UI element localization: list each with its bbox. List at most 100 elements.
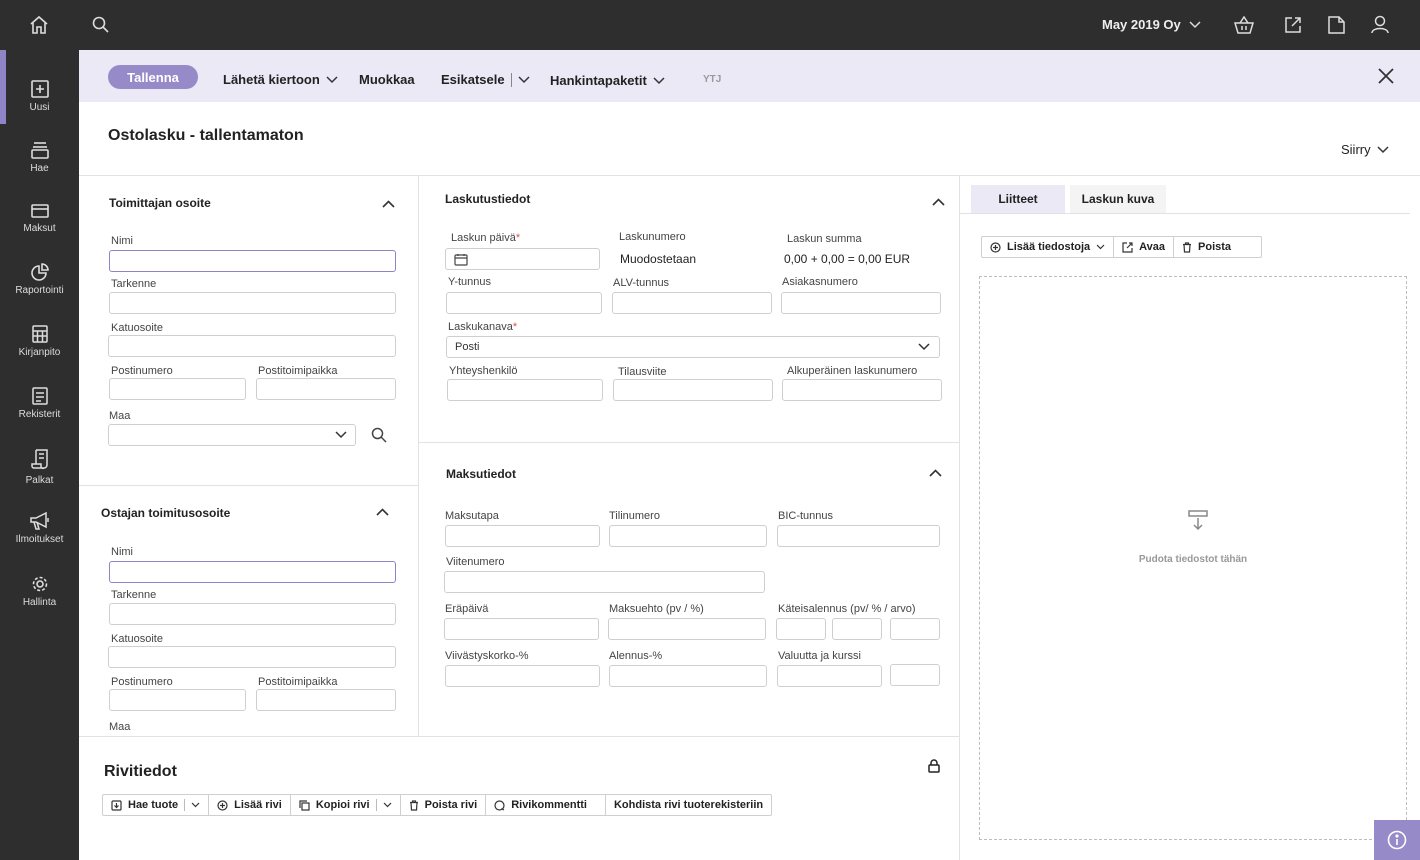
document-icon[interactable] — [1328, 16, 1345, 34]
chevron-up-icon[interactable] — [376, 508, 389, 516]
open-label: Avaa — [1139, 241, 1166, 253]
open-file-button[interactable]: Avaa — [1114, 237, 1175, 257]
tab-attachments[interactable]: Liitteet — [971, 185, 1065, 213]
field-label: Maksutapa — [445, 510, 499, 522]
vat-id-input[interactable] — [612, 292, 772, 314]
fetch-product-button[interactable]: Hae tuote — [103, 795, 210, 815]
close-icon[interactable] — [1378, 68, 1394, 84]
field-label: Y-tunnus — [448, 276, 492, 288]
cash-discount-percent-input[interactable] — [832, 618, 882, 640]
delete-row-button[interactable]: Poista rivi — [401, 795, 487, 815]
nav-item-hae[interactable]: Hae — [0, 141, 79, 197]
preview-button[interactable]: Esikatsele — [441, 72, 530, 87]
nav-item-rekisterit[interactable]: Rekisterit — [0, 387, 79, 443]
business-id-input[interactable] — [446, 292, 602, 314]
basket-icon[interactable] — [1234, 16, 1254, 34]
nav-item-uusi[interactable]: Uusi — [0, 80, 79, 136]
field-label: Katuosoite — [111, 322, 163, 334]
send-to-circulation-button[interactable]: Lähetä kiertoon — [223, 72, 338, 87]
buyer-city-input[interactable] — [256, 689, 396, 711]
supplier-spec-input[interactable] — [109, 292, 396, 314]
goto-dropdown[interactable]: Siirry — [1341, 142, 1389, 157]
import-icon — [111, 799, 122, 811]
discount-percent-input[interactable] — [609, 665, 767, 687]
info-button[interactable] — [1374, 820, 1420, 860]
chevron-down-icon[interactable] — [518, 75, 530, 84]
buyer-street-input[interactable] — [108, 646, 396, 668]
save-button[interactable]: Tallenna — [108, 65, 198, 89]
edit-button[interactable]: Muokkaa — [359, 72, 415, 87]
supplier-city-input[interactable] — [256, 378, 396, 400]
divider — [79, 175, 1420, 176]
order-reference-input[interactable] — [613, 379, 773, 401]
supplier-street-input[interactable] — [108, 335, 396, 357]
field-label: Viitenumero — [446, 556, 505, 568]
fetch-label: Hae tuote — [128, 799, 179, 811]
chevron-up-icon[interactable] — [929, 469, 942, 477]
supplier-country-select[interactable] — [108, 424, 356, 446]
customer-number-input[interactable] — [781, 292, 941, 314]
field-label: Viivästyskorko-% — [445, 650, 529, 662]
row-comment-button[interactable]: Rivikommentti — [486, 795, 606, 815]
invoice-number-value: Muodostetaan — [620, 252, 697, 266]
reference-number-input[interactable] — [444, 571, 765, 593]
nav-label: Ilmoitukset — [15, 534, 64, 545]
supplier-postcode-input[interactable] — [109, 378, 246, 400]
currency-input[interactable] — [777, 665, 882, 687]
procurement-packages-button[interactable]: Hankintapaketit — [550, 73, 665, 88]
field-label: Postinumero — [111, 676, 173, 688]
original-invoice-number-input[interactable] — [782, 379, 942, 401]
packages-label: Hankintapaketit — [550, 73, 647, 88]
delete-file-button[interactable]: Poista — [1174, 237, 1261, 257]
nav-item-maksut[interactable]: Maksut — [0, 203, 79, 259]
chevron-up-icon[interactable] — [932, 198, 945, 206]
calculator-icon — [31, 325, 48, 343]
buyer-postcode-input[interactable] — [109, 689, 246, 711]
copy-row-button[interactable]: Kopioi rivi — [291, 795, 401, 815]
nav-item-hallinta[interactable]: Hallinta — [0, 575, 79, 631]
chevron-down-icon — [335, 431, 347, 439]
supplier-name-input[interactable] — [109, 250, 396, 272]
due-date-input[interactable] — [444, 618, 599, 640]
external-link-icon[interactable] — [1284, 16, 1302, 34]
chevron-down-icon[interactable] — [191, 802, 200, 808]
company-selector[interactable]: May 2019 Oy — [1102, 17, 1201, 32]
cash-discount-days-input[interactable] — [776, 618, 826, 640]
add-row-button[interactable]: Lisää rivi — [209, 795, 291, 815]
account-number-input[interactable] — [609, 525, 767, 547]
add-files-button[interactable]: Lisää tiedostoja — [982, 237, 1115, 257]
tab-invoice-image[interactable]: Laskun kuva — [1070, 185, 1166, 213]
invoice-sum-value: 0,00 + 0,00 = 0,00 EUR — [784, 252, 911, 266]
nav-item-kirjanpito[interactable]: Kirjanpito — [0, 325, 79, 381]
divider — [79, 736, 959, 737]
ytj-button[interactable]: YTJ — [703, 74, 721, 85]
invoice-date-input[interactable] — [445, 248, 600, 270]
card-icon — [30, 204, 49, 218]
calendar-icon[interactable] — [454, 253, 468, 266]
assign-row-button[interactable]: Kohdista rivi tuoterekisteriin — [606, 795, 771, 815]
file-drop-zone[interactable]: Pudota tiedostot tähän — [979, 276, 1407, 840]
nav-item-palkat[interactable]: Palkat — [0, 449, 79, 505]
divider — [79, 485, 418, 486]
contact-person-input[interactable] — [447, 379, 603, 401]
payment-terms-input[interactable] — [608, 618, 766, 640]
payment-method-input[interactable] — [445, 525, 600, 547]
cash-discount-value-input[interactable] — [890, 618, 940, 640]
nav-item-raportointi[interactable]: Raportointi — [0, 263, 79, 319]
nav-item-ilmoitukset[interactable]: Ilmoitukset — [0, 512, 79, 568]
search-icon[interactable] — [371, 427, 387, 443]
chevron-up-icon[interactable] — [382, 200, 395, 208]
lock-icon[interactable] — [928, 759, 940, 773]
chevron-down-icon[interactable] — [383, 802, 392, 808]
invoice-channel-select[interactable]: Posti — [446, 336, 940, 358]
buyer-spec-input[interactable] — [109, 603, 396, 625]
bic-input[interactable] — [777, 525, 940, 547]
buyer-name-input[interactable] — [109, 561, 396, 583]
search-icon[interactable] — [92, 16, 110, 34]
exchange-rate-input[interactable] — [890, 664, 940, 686]
section-title: Laskutustiedot — [445, 192, 531, 206]
penalty-interest-input[interactable] — [445, 665, 600, 687]
home-icon[interactable] — [29, 15, 49, 35]
nav-label: Kirjanpito — [18, 347, 61, 358]
user-icon[interactable] — [1371, 15, 1389, 34]
